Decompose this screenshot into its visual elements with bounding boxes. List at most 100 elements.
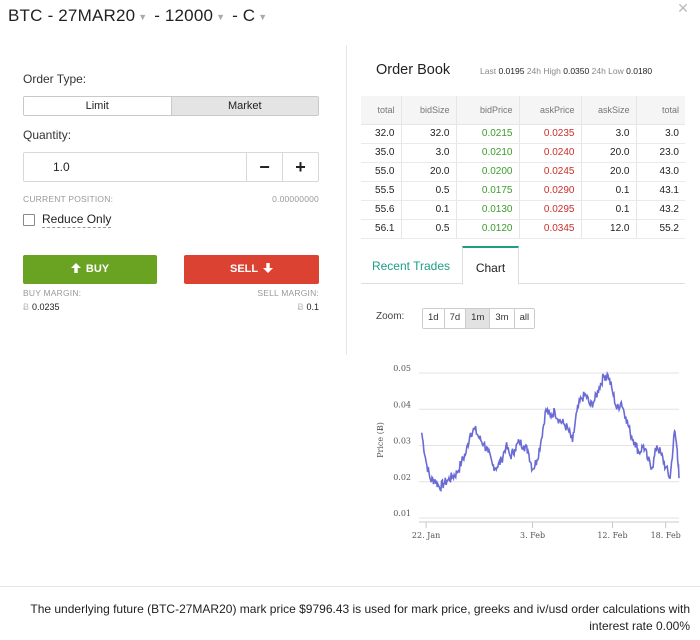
- table-row[interactable]: 55.6 0.1 0.0130 0.0295 0.1 43.2: [361, 200, 685, 220]
- column-header-ask-price: askPrice: [519, 96, 582, 125]
- cell-ask-size: 0.1: [581, 181, 637, 201]
- cell-ask-price[interactable]: 0.0245: [519, 162, 582, 182]
- quantity-input[interactable]: [24, 153, 246, 181]
- close-icon[interactable]: ✕: [675, 0, 691, 16]
- low-value: 0.0180: [626, 66, 653, 76]
- zoom-1d-button[interactable]: 1d: [423, 309, 445, 328]
- bitcoin-icon: Ƀ: [23, 302, 30, 312]
- title-separator: -: [154, 6, 160, 25]
- column-header-ask-size: askSize: [581, 96, 637, 125]
- table-row[interactable]: 55.5 0.5 0.0175 0.0290 0.1 43.1: [361, 181, 685, 201]
- cell-bid-size: 0.1: [401, 200, 457, 220]
- strike-selector[interactable]: 12000: [165, 6, 213, 26]
- reduce-only-checkbox[interactable]: [23, 214, 35, 226]
- cell-total-bid: 32.0: [361, 124, 402, 144]
- current-position-value: 0.00000000: [272, 194, 319, 204]
- cell-ask-size: 20.0: [581, 162, 637, 182]
- buy-button[interactable]: BUY: [23, 255, 157, 284]
- table-row[interactable]: 35.0 3.0 0.0210 0.0240 20.0 23.0: [361, 143, 685, 163]
- quantity-stepper: − +: [23, 152, 319, 182]
- instrument-name: BTC: [8, 6, 43, 25]
- cell-ask-price[interactable]: 0.0240: [519, 143, 582, 163]
- sell-margin-value: 0.1: [306, 302, 319, 312]
- table-row[interactable]: 55.0 20.0 0.0200 0.0245 20.0 43.0: [361, 162, 685, 182]
- sell-button[interactable]: SELL: [184, 255, 319, 284]
- cell-bid-price[interactable]: 0.0210: [456, 143, 520, 163]
- buy-label: BUY: [85, 263, 110, 275]
- low-label: 24h Low: [591, 66, 624, 76]
- expiry-selector[interactable]: 27MAR20: [58, 6, 135, 26]
- order-book-header-row: total bidSize bidPrice askPrice askSize …: [361, 96, 685, 125]
- x-tick-label: 12. Feb: [597, 531, 627, 540]
- y-tick-label: 0.04: [393, 400, 411, 409]
- bitcoin-icon: Ƀ: [297, 302, 304, 312]
- buy-margin-label: BUY MARGIN:: [23, 288, 82, 298]
- instrument-title: BTC - 27MAR20 ▼ - 12000 ▼ - C ▼: [8, 6, 269, 26]
- cell-total-bid: 55.6: [361, 200, 402, 220]
- y-tick-label: 0.01: [393, 509, 411, 518]
- table-row[interactable]: 56.1 0.5 0.0120 0.0345 12.0 55.2: [361, 219, 685, 239]
- cell-ask-size: 0.1: [581, 200, 637, 220]
- buy-margin-value: 0.0235: [32, 302, 60, 312]
- panel-divider: [346, 45, 347, 355]
- quantity-decrease-button[interactable]: −: [246, 153, 282, 181]
- tab-chart[interactable]: Chart: [462, 246, 519, 285]
- expiry-chevron-down-icon[interactable]: ▼: [138, 12, 147, 22]
- buy-margin: Ƀ 0.0235: [23, 302, 60, 312]
- current-position-label: CURRENT POSITION:: [23, 194, 114, 204]
- option-type-selector[interactable]: C: [243, 6, 255, 26]
- sell-margin-label: SELL MARGIN:: [257, 288, 319, 298]
- price-chart: 0.01 0.02 0.03 0.04 0.05 22. Jan 3. Feb 12. Feb…: [376, 364, 681, 540]
- y-tick-label: 0.03: [393, 437, 411, 446]
- cell-ask-price[interactable]: 0.0345: [519, 219, 582, 239]
- cell-ask-price[interactable]: 0.0235: [519, 124, 582, 144]
- cell-ask-price[interactable]: 0.0295: [519, 200, 582, 220]
- column-header-bid-price: bidPrice: [456, 96, 520, 125]
- cell-bid-price[interactable]: 0.0215: [456, 124, 520, 144]
- title-separator: -: [232, 6, 238, 25]
- zoom-button-group: 1d 7d 1m 3m all: [422, 308, 536, 329]
- order-book-title: Order Book: [376, 62, 451, 78]
- last-value: 0.0195: [498, 66, 525, 76]
- cell-ask-price[interactable]: 0.0290: [519, 181, 582, 201]
- zoom-1m-button[interactable]: 1m: [466, 309, 491, 328]
- high-label: 24h High: [526, 66, 561, 76]
- column-header-total-ask: total: [636, 96, 685, 125]
- quantity-increase-button[interactable]: +: [282, 153, 318, 181]
- cell-bid-price[interactable]: 0.0130: [456, 200, 520, 220]
- order-book-table: total bidSize bidPrice askPrice askSize …: [361, 96, 685, 239]
- margin-value-row: Ƀ 0.0235 Ƀ 0.1: [23, 302, 319, 312]
- cell-bid-size: 0.5: [401, 219, 457, 239]
- arrow-up-icon: [70, 263, 81, 273]
- cell-total-ask: 43.2: [636, 200, 685, 220]
- cell-bid-price[interactable]: 0.0120: [456, 219, 520, 239]
- cell-bid-size: 3.0: [401, 143, 457, 163]
- strike-chevron-down-icon[interactable]: ▼: [216, 12, 225, 22]
- price-series-line: [420, 371, 680, 493]
- sell-label: SELL: [230, 263, 258, 275]
- cell-ask-size: 12.0: [581, 219, 637, 239]
- option-type-chevron-down-icon[interactable]: ▼: [258, 12, 267, 22]
- order-type-limit-button[interactable]: Limit: [24, 97, 172, 115]
- zoom-label: Zoom:: [376, 311, 405, 322]
- order-type-toggle: Limit Market: [23, 96, 319, 116]
- cell-total-bid: 55.0: [361, 162, 402, 182]
- table-row[interactable]: 32.0 32.0 0.0215 0.0235 3.0 3.0: [361, 124, 685, 144]
- cell-bid-price[interactable]: 0.0175: [456, 181, 520, 201]
- y-tick-label: 0.02: [393, 473, 411, 482]
- cell-bid-size: 0.5: [401, 181, 457, 201]
- chart-grid: [419, 372, 679, 519]
- zoom-7d-button[interactable]: 7d: [444, 309, 467, 328]
- column-header-total-bid: total: [361, 96, 402, 125]
- cell-bid-price[interactable]: 0.0200: [456, 162, 520, 182]
- sell-margin: Ƀ 0.1: [297, 302, 319, 312]
- reduce-only-label[interactable]: Reduce Only: [42, 212, 112, 228]
- high-value: 0.0350: [563, 66, 590, 76]
- zoom-3m-button[interactable]: 3m: [490, 309, 515, 328]
- reduce-only-row[interactable]: Reduce Only: [23, 212, 112, 228]
- order-type-market-button[interactable]: Market: [171, 97, 318, 115]
- tab-recent-trades[interactable]: Recent Trades: [361, 246, 461, 284]
- cell-ask-size: 3.0: [581, 124, 637, 144]
- cell-total-ask: 43.1: [636, 181, 685, 201]
- zoom-all-button[interactable]: all: [514, 309, 535, 328]
